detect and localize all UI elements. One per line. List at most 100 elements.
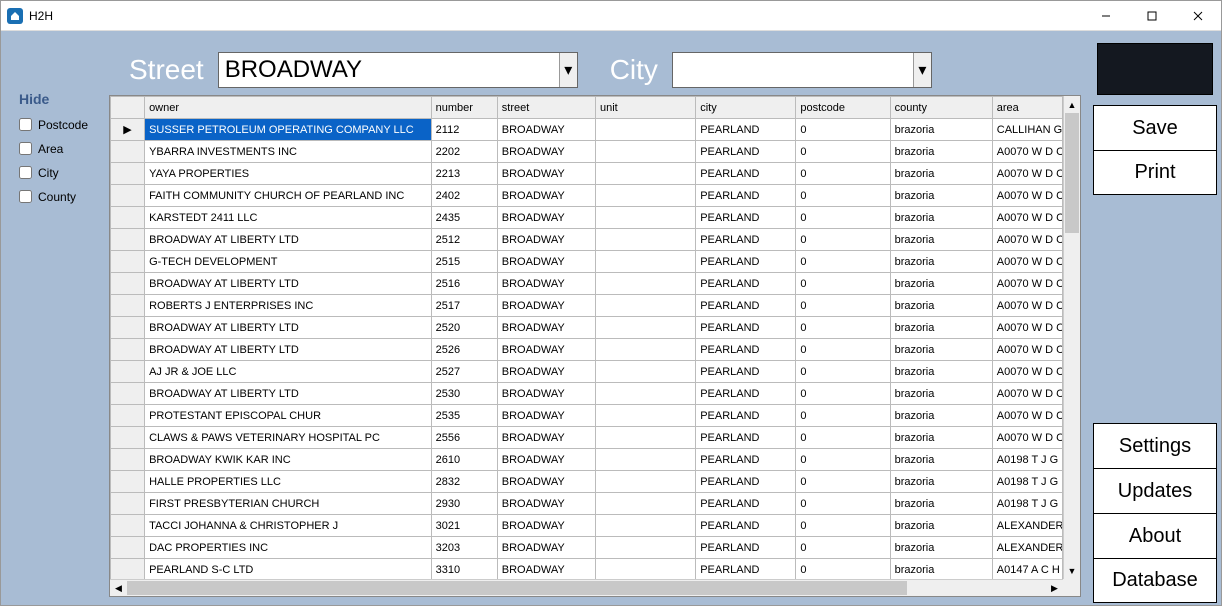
cell-area[interactable]: ALEXANDER [992, 515, 1062, 537]
cell-owner[interactable]: KARSTEDT 2411 LLC [145, 207, 432, 229]
cell-number[interactable]: 2832 [431, 471, 497, 493]
cell-street[interactable]: BROADWAY [497, 317, 595, 339]
cell-county[interactable]: brazoria [890, 251, 992, 273]
cell-unit[interactable] [595, 295, 695, 317]
cell-area[interactable]: A0070 W D C [992, 229, 1062, 251]
street-input[interactable] [219, 54, 559, 86]
cell-county[interactable]: brazoria [890, 427, 992, 449]
save-button[interactable]: Save [1093, 105, 1217, 150]
cell-street[interactable]: BROADWAY [497, 295, 595, 317]
preview-thumbnail[interactable] [1097, 43, 1213, 95]
row-selector[interactable] [111, 449, 145, 471]
cell-county[interactable]: brazoria [890, 559, 992, 580]
city-combo[interactable]: ▾ [672, 52, 932, 88]
cell-unit[interactable] [595, 471, 695, 493]
cell-street[interactable]: BROADWAY [497, 383, 595, 405]
cell-street[interactable]: BROADWAY [497, 119, 595, 141]
filter-county[interactable]: County [15, 187, 101, 206]
cell-postcode[interactable]: 0 [796, 251, 890, 273]
row-selector[interactable] [111, 295, 145, 317]
street-dropdown-icon[interactable]: ▾ [559, 53, 577, 87]
updates-button[interactable]: Updates [1093, 468, 1217, 513]
cell-area[interactable]: A0070 W D C [992, 339, 1062, 361]
cell-unit[interactable] [595, 515, 695, 537]
cell-city[interactable]: PEARLAND [696, 361, 796, 383]
cell-area[interactable]: A0070 W D C [992, 207, 1062, 229]
row-selector[interactable] [111, 251, 145, 273]
cell-street[interactable]: BROADWAY [497, 251, 595, 273]
cell-city[interactable]: PEARLAND [696, 405, 796, 427]
cell-owner[interactable]: BROADWAY AT LIBERTY LTD [145, 383, 432, 405]
column-header-owner[interactable]: owner [145, 97, 432, 119]
table-row[interactable]: KARSTEDT 2411 LLC2435BROADWAYPEARLAND0br… [111, 207, 1063, 229]
cell-city[interactable]: PEARLAND [696, 427, 796, 449]
cell-street[interactable]: BROADWAY [497, 405, 595, 427]
cell-county[interactable]: brazoria [890, 515, 992, 537]
cell-postcode[interactable]: 0 [796, 317, 890, 339]
scroll-down-icon[interactable]: ▼ [1064, 562, 1080, 579]
cell-area[interactable]: A0070 W D C [992, 141, 1062, 163]
cell-owner[interactable]: G-TECH DEVELOPMENT [145, 251, 432, 273]
row-selector[interactable] [111, 427, 145, 449]
cell-postcode[interactable]: 0 [796, 163, 890, 185]
row-selector[interactable]: ▶ [111, 119, 145, 141]
cell-unit[interactable] [595, 361, 695, 383]
row-selector[interactable] [111, 493, 145, 515]
database-button[interactable]: Database [1093, 558, 1217, 603]
cell-owner[interactable]: BROADWAY AT LIBERTY LTD [145, 339, 432, 361]
row-selector[interactable] [111, 317, 145, 339]
cell-county[interactable]: brazoria [890, 229, 992, 251]
cell-street[interactable]: BROADWAY [497, 493, 595, 515]
cell-county[interactable]: brazoria [890, 405, 992, 427]
row-header-corner[interactable] [111, 97, 145, 119]
cell-postcode[interactable]: 0 [796, 383, 890, 405]
row-selector[interactable] [111, 207, 145, 229]
cell-county[interactable]: brazoria [890, 295, 992, 317]
table-row[interactable]: BROADWAY AT LIBERTY LTD2520BROADWAYPEARL… [111, 317, 1063, 339]
cell-number[interactable]: 2520 [431, 317, 497, 339]
column-header-unit[interactable]: unit [595, 97, 695, 119]
cell-number[interactable]: 2530 [431, 383, 497, 405]
cell-owner[interactable]: CLAWS & PAWS VETERINARY HOSPITAL PC [145, 427, 432, 449]
filter-city[interactable]: City [15, 163, 101, 182]
cell-county[interactable]: brazoria [890, 141, 992, 163]
minimize-button[interactable] [1083, 1, 1129, 31]
cell-area[interactable]: CALLIHAN G [992, 119, 1062, 141]
table-row[interactable]: BROADWAY AT LIBERTY LTD2526BROADWAYPEARL… [111, 339, 1063, 361]
cell-number[interactable]: 3310 [431, 559, 497, 580]
column-header-postcode[interactable]: postcode [796, 97, 890, 119]
cell-postcode[interactable]: 0 [796, 273, 890, 295]
cell-city[interactable]: PEARLAND [696, 317, 796, 339]
cell-street[interactable]: BROADWAY [497, 163, 595, 185]
row-selector[interactable] [111, 361, 145, 383]
filter-checkbox-county[interactable] [19, 190, 32, 203]
cell-number[interactable]: 2527 [431, 361, 497, 383]
cell-city[interactable]: PEARLAND [696, 383, 796, 405]
table-row[interactable]: BROADWAY AT LIBERTY LTD2516BROADWAYPEARL… [111, 273, 1063, 295]
cell-owner[interactable]: BROADWAY AT LIBERTY LTD [145, 273, 432, 295]
cell-area[interactable]: A0070 W D C [992, 273, 1062, 295]
cell-street[interactable]: BROADWAY [497, 361, 595, 383]
cell-number[interactable]: 3021 [431, 515, 497, 537]
filter-postcode[interactable]: Postcode [15, 115, 101, 134]
maximize-button[interactable] [1129, 1, 1175, 31]
cell-city[interactable]: PEARLAND [696, 229, 796, 251]
table-row[interactable]: BROADWAY AT LIBERTY LTD2530BROADWAY PEARL… [111, 383, 1063, 405]
cell-area[interactable]: A0070 W D C [992, 361, 1062, 383]
table-row[interactable]: YBARRA INVESTMENTS INC2202BROADWAYPEARLA… [111, 141, 1063, 163]
cell-unit[interactable] [595, 273, 695, 295]
cell-street[interactable]: BROADWAY [497, 339, 595, 361]
cell-owner[interactable]: ROBERTS J ENTERPRISES INC [145, 295, 432, 317]
cell-postcode[interactable]: 0 [796, 295, 890, 317]
cell-postcode[interactable]: 0 [796, 141, 890, 163]
cell-area[interactable]: ALEXANDER [992, 537, 1062, 559]
cell-postcode[interactable]: 0 [796, 119, 890, 141]
cell-street[interactable]: BROADWAY [497, 141, 595, 163]
cell-area[interactable]: A0070 W D C [992, 427, 1062, 449]
cell-area[interactable]: A0070 W D C [992, 185, 1062, 207]
cell-owner[interactable]: FIRST PRESBYTERIAN CHURCH [145, 493, 432, 515]
cell-street[interactable]: BROADWAY [497, 185, 595, 207]
cell-area[interactable]: A0070 W D C [992, 163, 1062, 185]
filter-area[interactable]: Area [15, 139, 101, 158]
vertical-scrollbar[interactable]: ▲ ▼ [1063, 96, 1080, 579]
